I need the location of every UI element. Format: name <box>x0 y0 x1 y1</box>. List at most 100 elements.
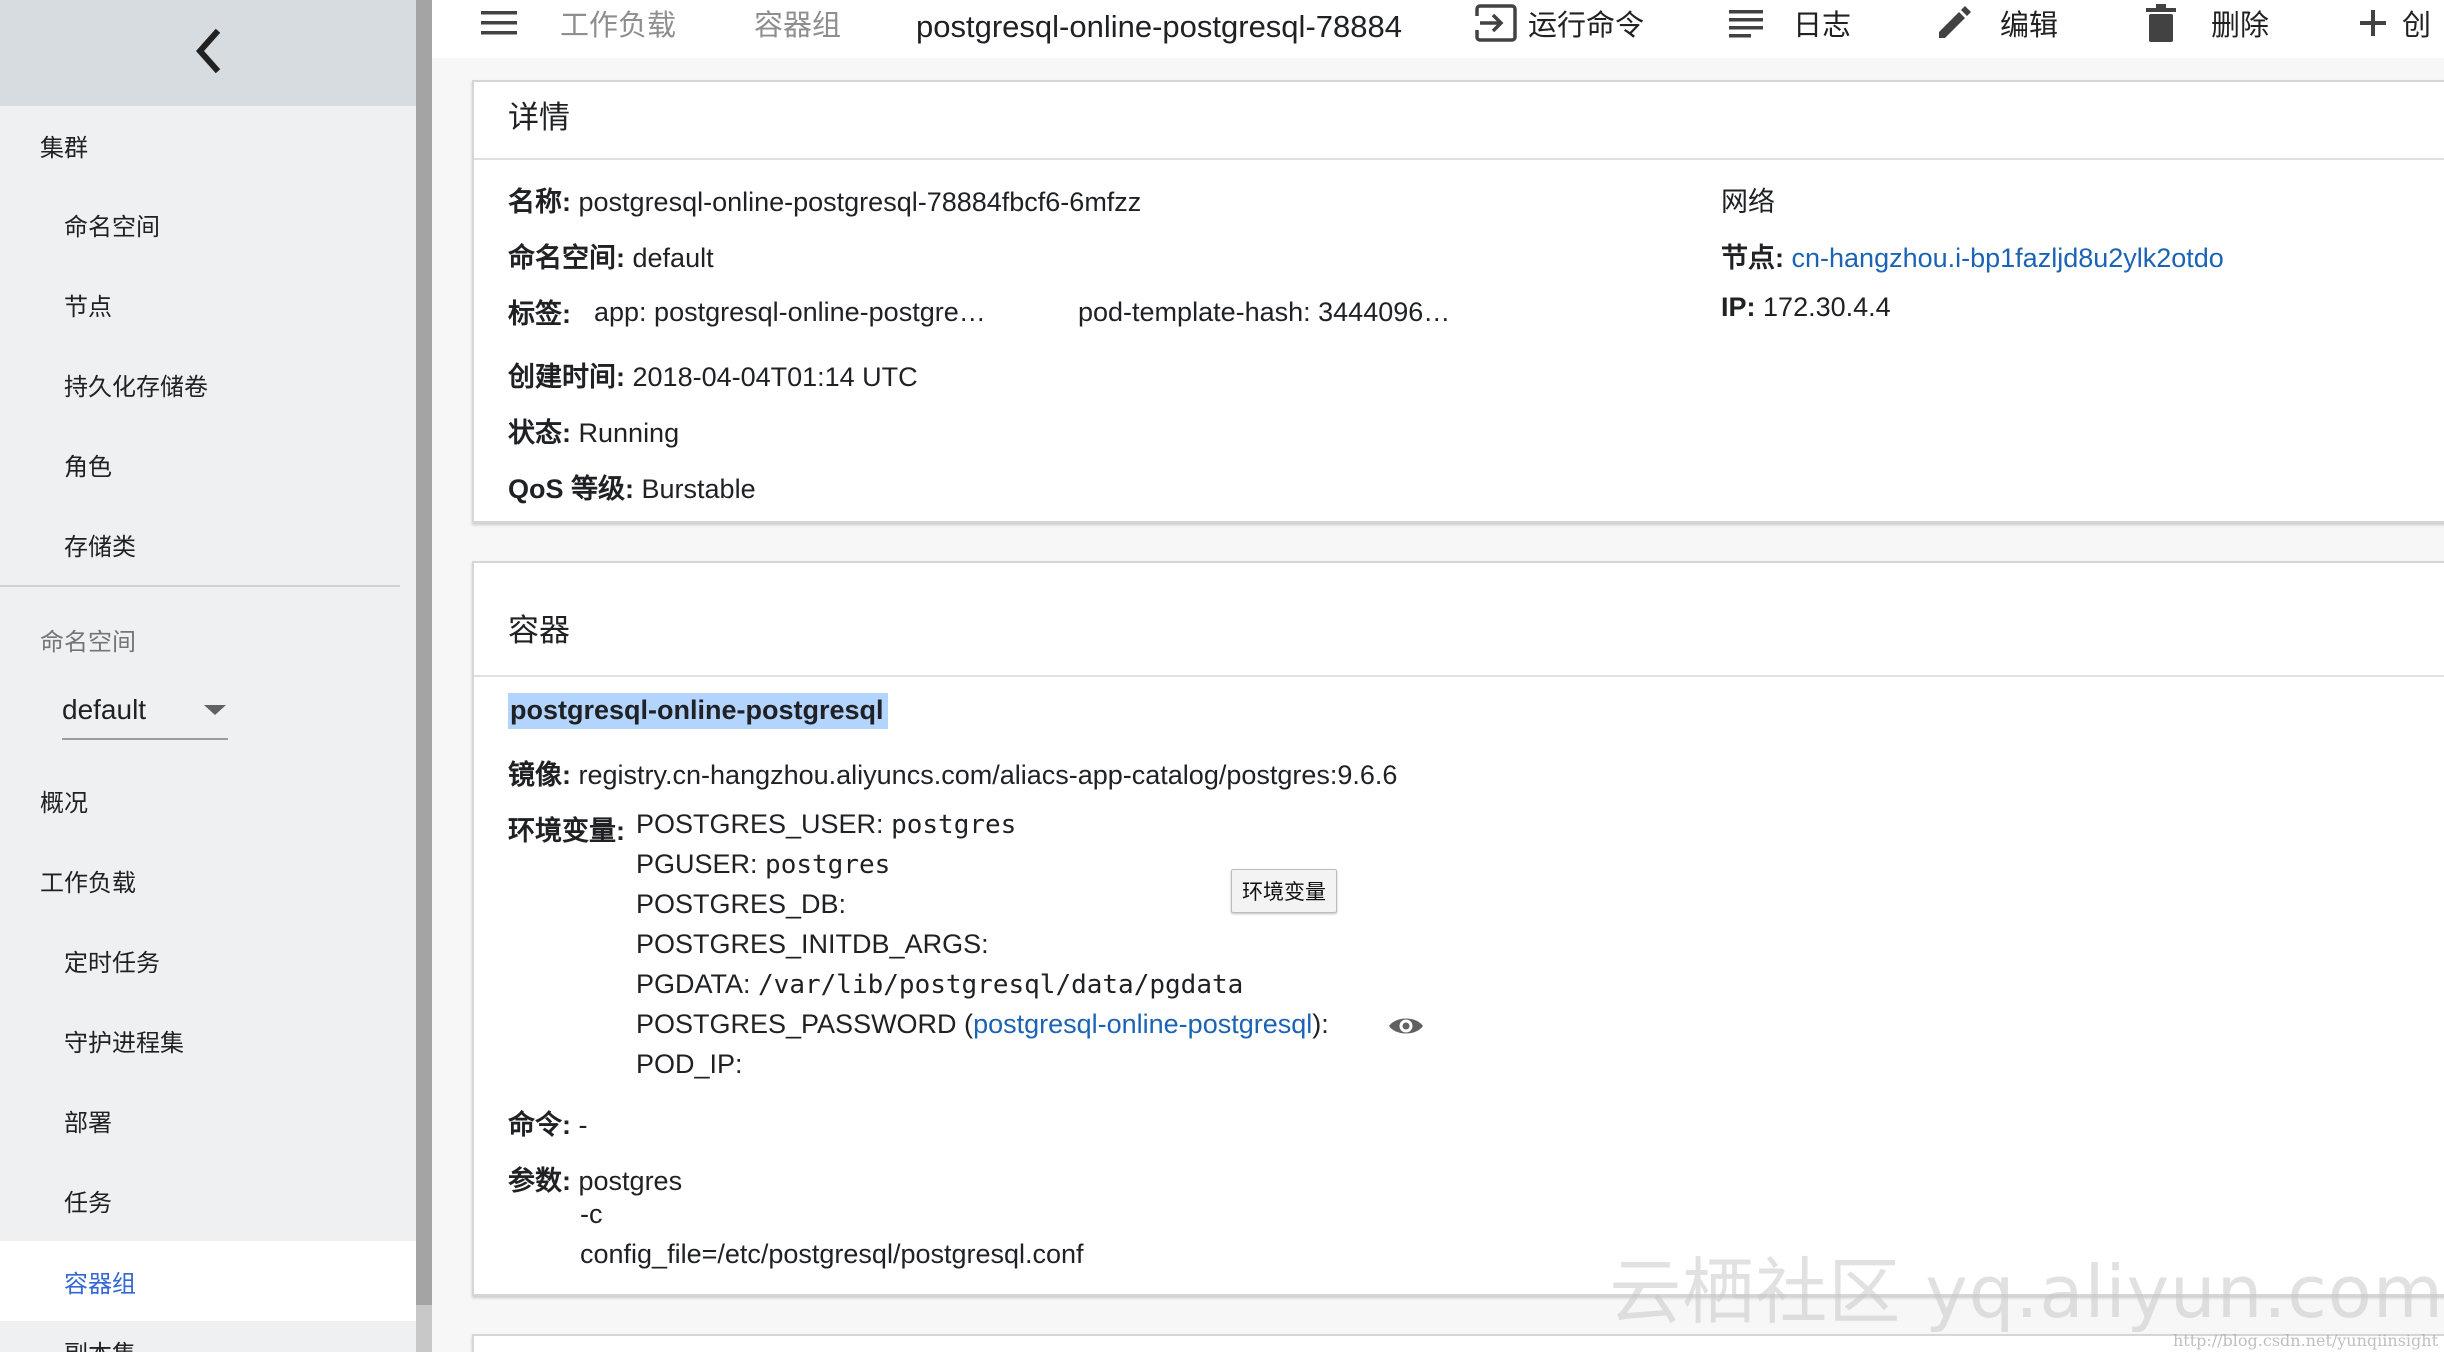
sidebar-item-pods[interactable]: 容器组 <box>0 1241 416 1321</box>
env-row: POSTGRES_PASSWORD (postgresql-online-pos… <box>636 1009 1329 1040</box>
arg-item: -c <box>580 1199 603 1229</box>
qos-label: QoS 等级: <box>508 474 634 504</box>
env-row: PGDATA: /var/lib/postgresql/data/pgdata <box>636 969 1243 1000</box>
sidebar-item-overview[interactable]: 概况 <box>0 767 416 833</box>
sidebar-header <box>0 0 416 106</box>
sidebar-item-replica-sets[interactable]: 副本集 <box>0 1326 416 1352</box>
ip-label: IP: <box>1721 292 1756 322</box>
status-value: Running <box>578 418 680 448</box>
sidebar-item-nodes[interactable]: 节点 <box>0 271 416 337</box>
name-label: 名称: <box>508 187 571 217</box>
namespace-detail-value: default <box>632 243 714 273</box>
container-command: 命令: - <box>508 1103 588 1142</box>
plus-icon <box>2360 10 2386 36</box>
create-label: 创 <box>2402 10 2432 42</box>
env-tooltip: 环境变量 <box>1231 869 1337 913</box>
command-value: - <box>578 1110 588 1140</box>
label-chip-pod-template-hash[interactable]: pod-template-hash: 3444096… <box>1078 297 1450 328</box>
containers-title: 容器 <box>508 613 570 648</box>
sidebar-item-label: 定时任务 <box>64 949 160 977</box>
sidebar-item-deployments[interactable]: 部署 <box>0 1087 416 1153</box>
ip-value: 172.30.4.4 <box>1763 292 1891 322</box>
secret-link[interactable]: postgresql-online-postgresql <box>973 1009 1312 1039</box>
label-chip-app[interactable]: app: postgresql-online-postgre… <box>594 297 986 328</box>
menu-icon[interactable] <box>481 0 517 46</box>
breadcrumb-pods[interactable]: 容器组 <box>754 0 841 46</box>
sidebar-item-jobs[interactable]: 任务 <box>0 1167 416 1233</box>
sidebar-item-cluster[interactable]: 集群 <box>0 112 416 178</box>
top-toolbar: 工作负载 容器组 postgresql-online-postgresql-78… <box>432 0 2444 58</box>
sidebar-item-namespaces[interactable]: 命名空间 <box>0 191 416 257</box>
show-secret-eye-icon[interactable] <box>1388 1014 1424 1045</box>
detail-namespace: 命名空间: default <box>508 236 714 275</box>
sidebar-item-label: 部署 <box>64 1109 112 1137</box>
sidebar-item-roles[interactable]: 角色 <box>0 431 416 497</box>
node-link[interactable]: cn-hangzhou.i-bp1fazljd8u2ylk2otdo <box>1792 243 2224 273</box>
details-title: 详情 <box>508 100 570 135</box>
qos-value: Burstable <box>641 474 756 504</box>
edit-button[interactable]: 编辑 <box>1935 0 2058 46</box>
container-name-value: postgresql-online-postgresql <box>508 693 888 729</box>
edit-label: 编辑 <box>2000 10 2059 42</box>
command-label: 命令: <box>508 1110 571 1140</box>
namespace-value: default <box>62 694 147 725</box>
env-row: POD_IP: <box>636 1049 743 1080</box>
sidebar-item-label: 节点 <box>64 293 112 321</box>
dropdown-arrow-icon <box>204 705 226 715</box>
exec-label: 运行命令 <box>1528 10 1645 42</box>
sidebar-item-cron-jobs[interactable]: 定时任务 <box>0 927 416 993</box>
status-label: 状态: <box>508 418 571 448</box>
sidebar: 集群 命名空间 节点 持久化存储卷 角色 存储类 命名空间 default 概况… <box>0 0 416 1352</box>
sidebar-item-label: 副本集 <box>64 1334 136 1352</box>
delete-button[interactable]: 删除 <box>2146 0 2269 46</box>
env-row: PGUSER: postgres <box>636 849 890 880</box>
env-key: PGDATA: <box>636 969 751 999</box>
env-key: PGUSER: <box>636 849 758 879</box>
exec-button[interactable]: 运行命令 <box>1475 0 1644 46</box>
exec-icon <box>1475 4 1517 42</box>
sidebar-item-storage-classes[interactable]: 存储类 <box>0 511 416 577</box>
env-label-text: 环境变量: <box>508 816 625 846</box>
sidebar-item-workloads[interactable]: 工作负载 <box>0 847 416 913</box>
sidebar-item-label: 任务 <box>64 1189 112 1217</box>
logs-label: 日志 <box>1793 10 1852 42</box>
edit-pencil-icon <box>1939 6 1971 38</box>
detail-node: 节点: cn-hangzhou.i-bp1fazljd8u2ylk2otdo <box>1721 236 2224 275</box>
env-key: POD_IP: <box>636 1049 743 1079</box>
containers-card: 容器 postgresql-online-postgresql 镜像: regi… <box>472 561 2444 1296</box>
container-name: postgresql-online-postgresql <box>508 693 888 729</box>
container-args: 参数: postgres <box>508 1159 682 1198</box>
breadcrumb-workloads[interactable]: 工作负载 <box>560 0 676 46</box>
labels-label: 标签: <box>508 299 571 329</box>
env-value: /var/lib/postgresql/data/pgdata <box>758 970 1244 1000</box>
sidebar-item-daemon-sets[interactable]: 守护进程集 <box>0 1007 416 1073</box>
env-key: POSTGRES_DB: <box>636 889 847 919</box>
watermark-url: http://blog.csdn.net/yunqiinsight <box>2172 1331 2438 1350</box>
detail-created: 创建时间: 2018-04-04T01:14 UTC <box>508 355 918 394</box>
args-label: 参数: <box>508 1166 571 1196</box>
sidebar-divider <box>0 585 400 587</box>
network-title: 网络 <box>1721 187 1775 217</box>
env-label: 环境变量: <box>508 809 625 848</box>
back-icon[interactable] <box>188 23 228 84</box>
sidebar-item-label: 角色 <box>64 453 112 481</box>
details-card: 详情 名称: postgresql-online-postgresql-7888… <box>472 80 2444 523</box>
namespace-select[interactable]: default <box>62 682 228 740</box>
detail-qos: QoS 等级: Burstable <box>508 467 756 506</box>
create-button[interactable]: 创 <box>2358 0 2431 46</box>
image-value: registry.cn-hangzhou.aliyuncs.com/aliacs… <box>578 760 1398 790</box>
sidebar-item-persistent-volumes[interactable]: 持久化存储卷 <box>0 351 416 417</box>
image-label: 镜像: <box>508 760 571 790</box>
logs-icon <box>1729 10 1763 38</box>
logs-button[interactable]: 日志 <box>1729 0 1851 46</box>
delete-trash-icon <box>2146 4 2176 42</box>
sidebar-item-label: 工作负载 <box>40 869 136 897</box>
sidebar-item-label: 概况 <box>40 789 88 817</box>
watermark: 云栖社区 yq.aliyun.com <box>1609 1250 2444 1334</box>
env-value: postgres <box>765 850 891 880</box>
container-image: 镜像: registry.cn-hangzhou.aliyuncs.com/al… <box>508 753 1397 792</box>
arg-item: postgres <box>578 1166 683 1196</box>
details-divider <box>474 158 2444 160</box>
sidebar-item-label: 守护进程集 <box>64 1029 184 1057</box>
sidebar-scrollbar[interactable] <box>416 0 432 1305</box>
